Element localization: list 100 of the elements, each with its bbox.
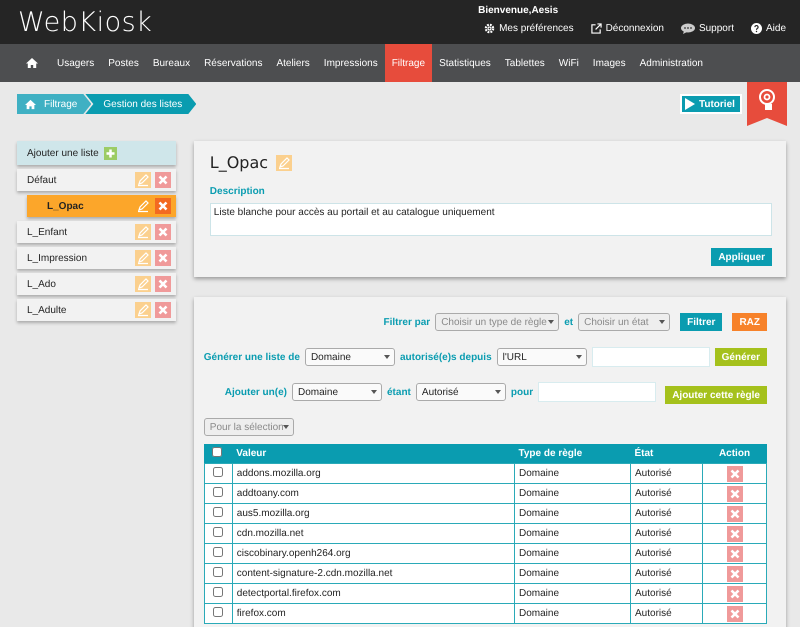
row-checkbox[interactable] <box>212 607 223 617</box>
pencil-icon[interactable] <box>134 276 151 292</box>
list-item[interactable]: L_Ado <box>17 273 176 295</box>
chat-icon <box>680 23 695 34</box>
header-link[interactable]: Mes préférences <box>484 23 574 34</box>
nav-tab[interactable]: Impressions <box>316 44 385 82</box>
table-cell: Domaine <box>514 524 630 544</box>
caret-icon <box>548 320 554 324</box>
delete-icon[interactable] <box>726 586 742 602</box>
nav-tab[interactable]: Bureaux <box>146 44 198 82</box>
select-all-checkbox[interactable] <box>212 447 222 457</box>
for-label: pour <box>510 386 534 398</box>
type-dropdown[interactable]: Domaine <box>292 383 382 401</box>
pencil-icon[interactable] <box>134 172 151 188</box>
value-field[interactable] <box>538 382 656 402</box>
nav-tab[interactable]: Images <box>586 44 633 82</box>
table-cell: addons.mozilla.org <box>232 464 514 484</box>
caret-icon <box>576 355 582 359</box>
pencil-icon[interactable] <box>134 302 151 318</box>
pencil-icon[interactable] <box>134 224 151 240</box>
table-cell: Autorisé <box>630 524 702 544</box>
table-cell: cdn.mozilla.net <box>232 524 514 544</box>
description-field[interactable]: Liste blanche pour accès au portail et au catalogue uniquement <box>210 203 772 236</box>
row-checkbox[interactable] <box>212 527 223 537</box>
authorized-from-label: autorisé(e)s depuis <box>400 352 492 362</box>
home-icon <box>25 98 36 110</box>
header-link[interactable]: Support <box>680 23 734 34</box>
delete-icon[interactable] <box>726 546 742 562</box>
generate-label: Générer une liste de <box>204 352 300 362</box>
table-cell: addtoany.com <box>232 484 514 504</box>
pencil-icon[interactable] <box>134 250 151 266</box>
nav-tab[interactable]: Usagers <box>50 44 102 82</box>
delete-icon[interactable] <box>154 276 171 292</box>
nav-tab[interactable]: WiFi <box>552 44 586 82</box>
play-icon <box>684 97 696 111</box>
delete-icon[interactable] <box>154 302 171 318</box>
table-cell: Autorisé <box>630 484 702 504</box>
home-icon <box>26 57 38 69</box>
delete-icon[interactable] <box>726 606 742 622</box>
caret-icon <box>494 390 501 394</box>
nav-tab[interactable]: Ateliers <box>269 44 317 82</box>
list-item[interactable]: L_Impression <box>17 247 176 269</box>
delete-icon[interactable] <box>726 566 742 582</box>
filter-label: Filtrer par <box>384 316 430 328</box>
table-cell: Domaine <box>514 484 630 504</box>
table-cell: Domaine <box>514 544 630 564</box>
delete-icon[interactable] <box>154 172 171 188</box>
being-label: étant <box>387 386 411 398</box>
source-dropdown[interactable]: l'URL <box>496 348 587 366</box>
state-dropdown[interactable]: Autorisé <box>416 383 506 401</box>
table-cell: Autorisé <box>630 464 702 484</box>
row-checkbox[interactable] <box>212 567 223 577</box>
nav-tab[interactable]: Statistiques <box>432 44 498 82</box>
caret-icon <box>659 320 666 324</box>
logo: WebKiosk <box>18 6 152 38</box>
table-cell: Autorisé <box>630 544 702 564</box>
nav-tab[interactable]: Réservations <box>197 44 270 82</box>
table-cell: Autorisé <box>630 564 702 584</box>
row-checkbox[interactable] <box>212 587 223 597</box>
column-header: État <box>630 444 702 464</box>
list-item[interactable]: L_Enfant <box>17 221 176 243</box>
list-item[interactable]: L_Opac <box>27 195 176 217</box>
delete-icon[interactable] <box>154 224 171 240</box>
table-cell: Domaine <box>514 584 630 604</box>
add-list-button[interactable]: Ajouter une liste <box>17 141 176 165</box>
delete-icon[interactable] <box>154 198 171 214</box>
list-item[interactable]: Défaut <box>17 169 176 191</box>
delete-icon[interactable] <box>726 526 742 542</box>
delete-icon[interactable] <box>154 250 171 266</box>
nav-tab[interactable]: Postes <box>101 44 146 82</box>
column-header: Valeur <box>232 444 514 464</box>
row-checkbox[interactable] <box>212 487 223 497</box>
type-dropdown[interactable]: Domaine <box>304 348 395 366</box>
pencil-icon[interactable] <box>276 154 292 170</box>
header-link[interactable]: Aide <box>750 23 786 34</box>
table-cell: Domaine <box>514 464 630 484</box>
delete-icon[interactable] <box>726 486 742 502</box>
welcome-text: Bienvenue,Aesis <box>478 5 560 16</box>
row-checkbox[interactable] <box>212 507 223 517</box>
table-cell: firefox.com <box>232 604 514 624</box>
plus-icon <box>104 146 117 160</box>
table-cell: content-signature-2.cdn.mozilla.net <box>232 564 514 584</box>
table-cell: Autorisé <box>630 604 702 624</box>
delete-icon[interactable] <box>726 466 742 482</box>
external-link-icon <box>590 23 602 34</box>
row-checkbox[interactable] <box>212 467 223 477</box>
row-checkbox[interactable] <box>212 547 223 557</box>
nav-tab[interactable]: Filtrage <box>384 44 432 82</box>
table-cell: ciscobinary.openh264.org <box>232 544 514 564</box>
column-header: Type de règle <box>514 444 630 464</box>
nav-tab[interactable]: Tablettes <box>498 44 552 82</box>
url-field[interactable] <box>592 347 710 367</box>
list-item[interactable]: L_Adulte <box>17 299 176 321</box>
table-cell: detectportal.firefox.com <box>232 584 514 604</box>
list-title: L_Opac <box>210 153 268 172</box>
table-cell: Autorisé <box>630 584 702 604</box>
nav-tab[interactable]: Administration <box>632 44 710 82</box>
caret-icon <box>282 425 289 429</box>
delete-icon[interactable] <box>726 506 742 522</box>
header-link[interactable]: Déconnexion <box>590 23 664 34</box>
